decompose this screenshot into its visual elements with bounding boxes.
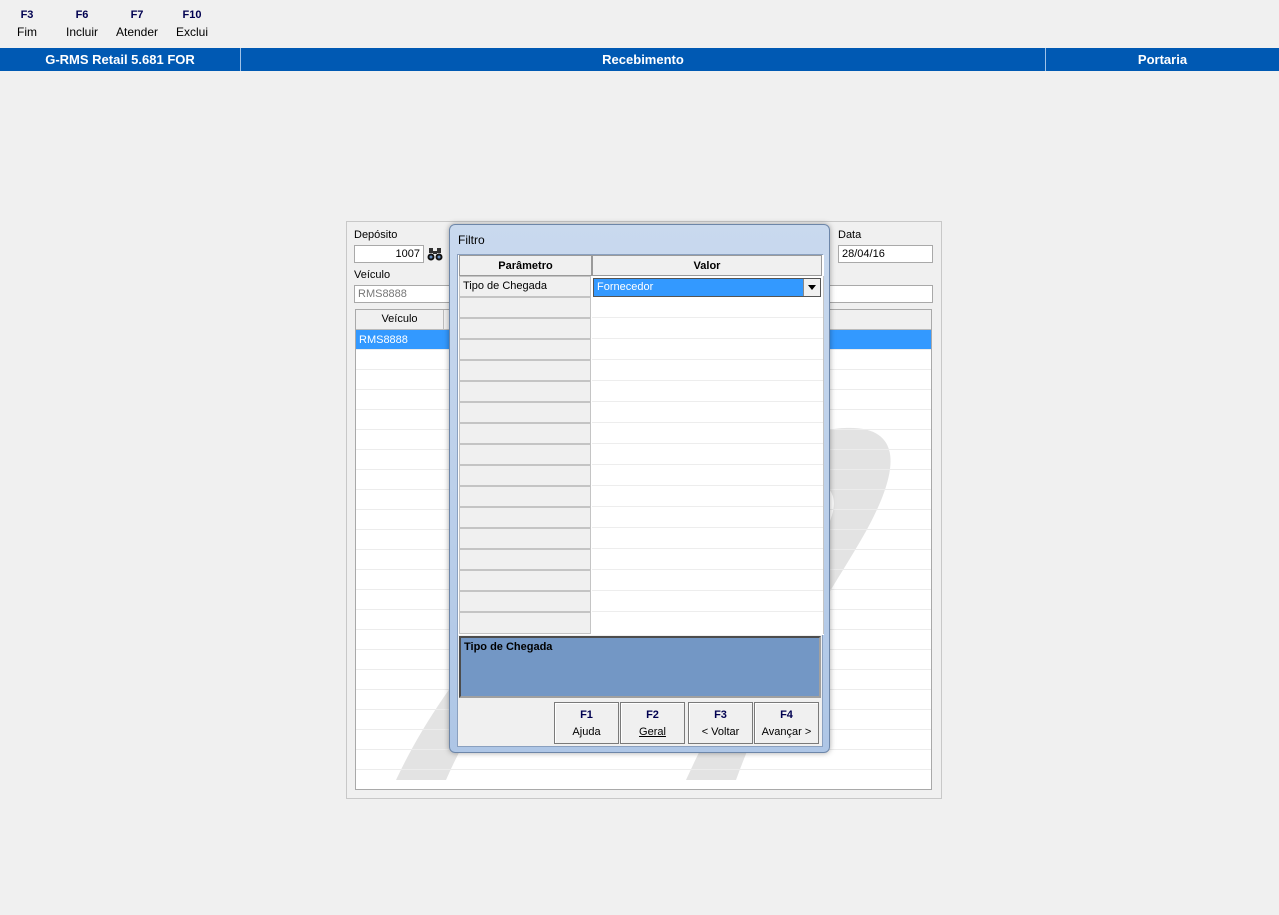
toolbar-key: F6	[75, 9, 89, 21]
value-cell	[592, 318, 823, 339]
filter-table: Parâmetro Valor Tipo de Chegada Forneced…	[458, 255, 824, 635]
param-cell	[459, 297, 591, 318]
grid-column-veiculo[interactable]: Veículo	[356, 310, 444, 329]
value-cell	[592, 297, 823, 318]
param-cell[interactable]: Tipo de Chegada	[459, 276, 591, 297]
value-cell	[592, 444, 823, 465]
deposito-field[interactable]: 1007	[354, 245, 424, 263]
button-key: F4	[780, 709, 793, 721]
value-cell	[592, 486, 823, 507]
chevron-down-icon[interactable]	[803, 279, 820, 296]
table-row	[356, 750, 931, 770]
veiculo-label: Veículo	[354, 269, 391, 281]
value-cell	[592, 591, 823, 612]
grid-cell-veiculo: RMS8888	[359, 334, 408, 346]
param-cell	[459, 549, 591, 570]
param-cell	[459, 339, 591, 360]
dialog-body: Parâmetro Valor Tipo de Chegada Forneced…	[457, 254, 824, 747]
filtro-dialog: Filtro Parâmetro Valor Tipo de Chegada F…	[449, 224, 830, 753]
parameter-description: Tipo de Chegada	[459, 636, 821, 698]
button-key: F1	[580, 709, 593, 721]
binoculars-icon[interactable]	[426, 245, 444, 263]
param-cell	[459, 612, 591, 634]
button-key: F3	[714, 709, 727, 721]
toolbar-key: F3	[20, 9, 34, 21]
avancar-button[interactable]: F4 Avançar >	[754, 702, 819, 744]
button-label: Ajuda	[572, 726, 601, 738]
geral-button[interactable]: F2 Geral	[620, 702, 685, 744]
module-title: Recebimento	[602, 52, 684, 67]
param-cell	[459, 591, 591, 612]
toolbar-button-incluir[interactable]: F6 Incluir	[56, 6, 108, 44]
param-cell	[459, 486, 591, 507]
toolbar-button-atender[interactable]: F7 Atender	[111, 6, 163, 44]
value-cell	[592, 360, 823, 381]
param-cell	[459, 444, 591, 465]
toolbar-key: F7	[130, 9, 144, 21]
column-valor: Valor	[592, 255, 822, 276]
value-cell	[592, 339, 823, 360]
button-label: Geral	[639, 726, 666, 738]
select-value: Fornecedor	[597, 281, 654, 293]
param-cell	[459, 570, 591, 591]
deposito-label: Depósito	[354, 229, 398, 241]
screen-title: Portaria	[1137, 52, 1188, 67]
toolbar-label: Incluir	[65, 25, 98, 39]
data-field[interactable]: 28/04/16	[838, 245, 933, 263]
table-row	[356, 770, 931, 789]
value-cell	[592, 465, 823, 486]
param-cell	[459, 465, 591, 486]
value-cell	[592, 570, 823, 591]
value-cell	[592, 528, 823, 549]
column-parametro: Parâmetro	[459, 255, 592, 276]
toolbar-label: Exclui	[175, 25, 208, 39]
param-cell	[459, 507, 591, 528]
value-cell	[592, 402, 823, 423]
ajuda-button[interactable]: F1 Ajuda	[554, 702, 619, 744]
voltar-button[interactable]: F3 < Voltar	[688, 702, 753, 744]
toolbar-button-exclui[interactable]: F10 Exclui	[166, 6, 218, 44]
toolbar-key: F10	[182, 9, 202, 21]
value-cell	[592, 507, 823, 528]
data-label: Data	[838, 229, 862, 241]
param-cell	[459, 423, 591, 444]
button-key: F2	[646, 709, 659, 721]
param-cell	[459, 381, 591, 402]
table-border	[823, 276, 824, 634]
value-cell	[592, 381, 823, 402]
dialog-title: Filtro	[458, 233, 485, 247]
function-key-toolbar: F3 Fim F6 Incluir F7 Atender F10 Exclui	[0, 0, 1279, 46]
value-cell	[592, 549, 823, 570]
button-label: < Voltar	[701, 726, 740, 738]
param-cell	[459, 360, 591, 381]
param-cell	[459, 402, 591, 423]
toolbar-label: Fim	[17, 25, 37, 39]
tipo-chegada-select[interactable]: Fornecedor	[593, 278, 821, 297]
toolbar-label: Atender	[115, 25, 159, 39]
title-bar: G-RMS Retail 5.681 FOR Recebimento Porta…	[0, 48, 1279, 71]
param-cell	[459, 528, 591, 549]
button-label: Avançar >	[761, 726, 812, 738]
value-cell	[592, 423, 823, 444]
toolbar-button-fim[interactable]: F3 Fim	[1, 6, 53, 44]
app-title: G-RMS Retail 5.681 FOR	[45, 52, 195, 67]
param-cell	[459, 318, 591, 339]
